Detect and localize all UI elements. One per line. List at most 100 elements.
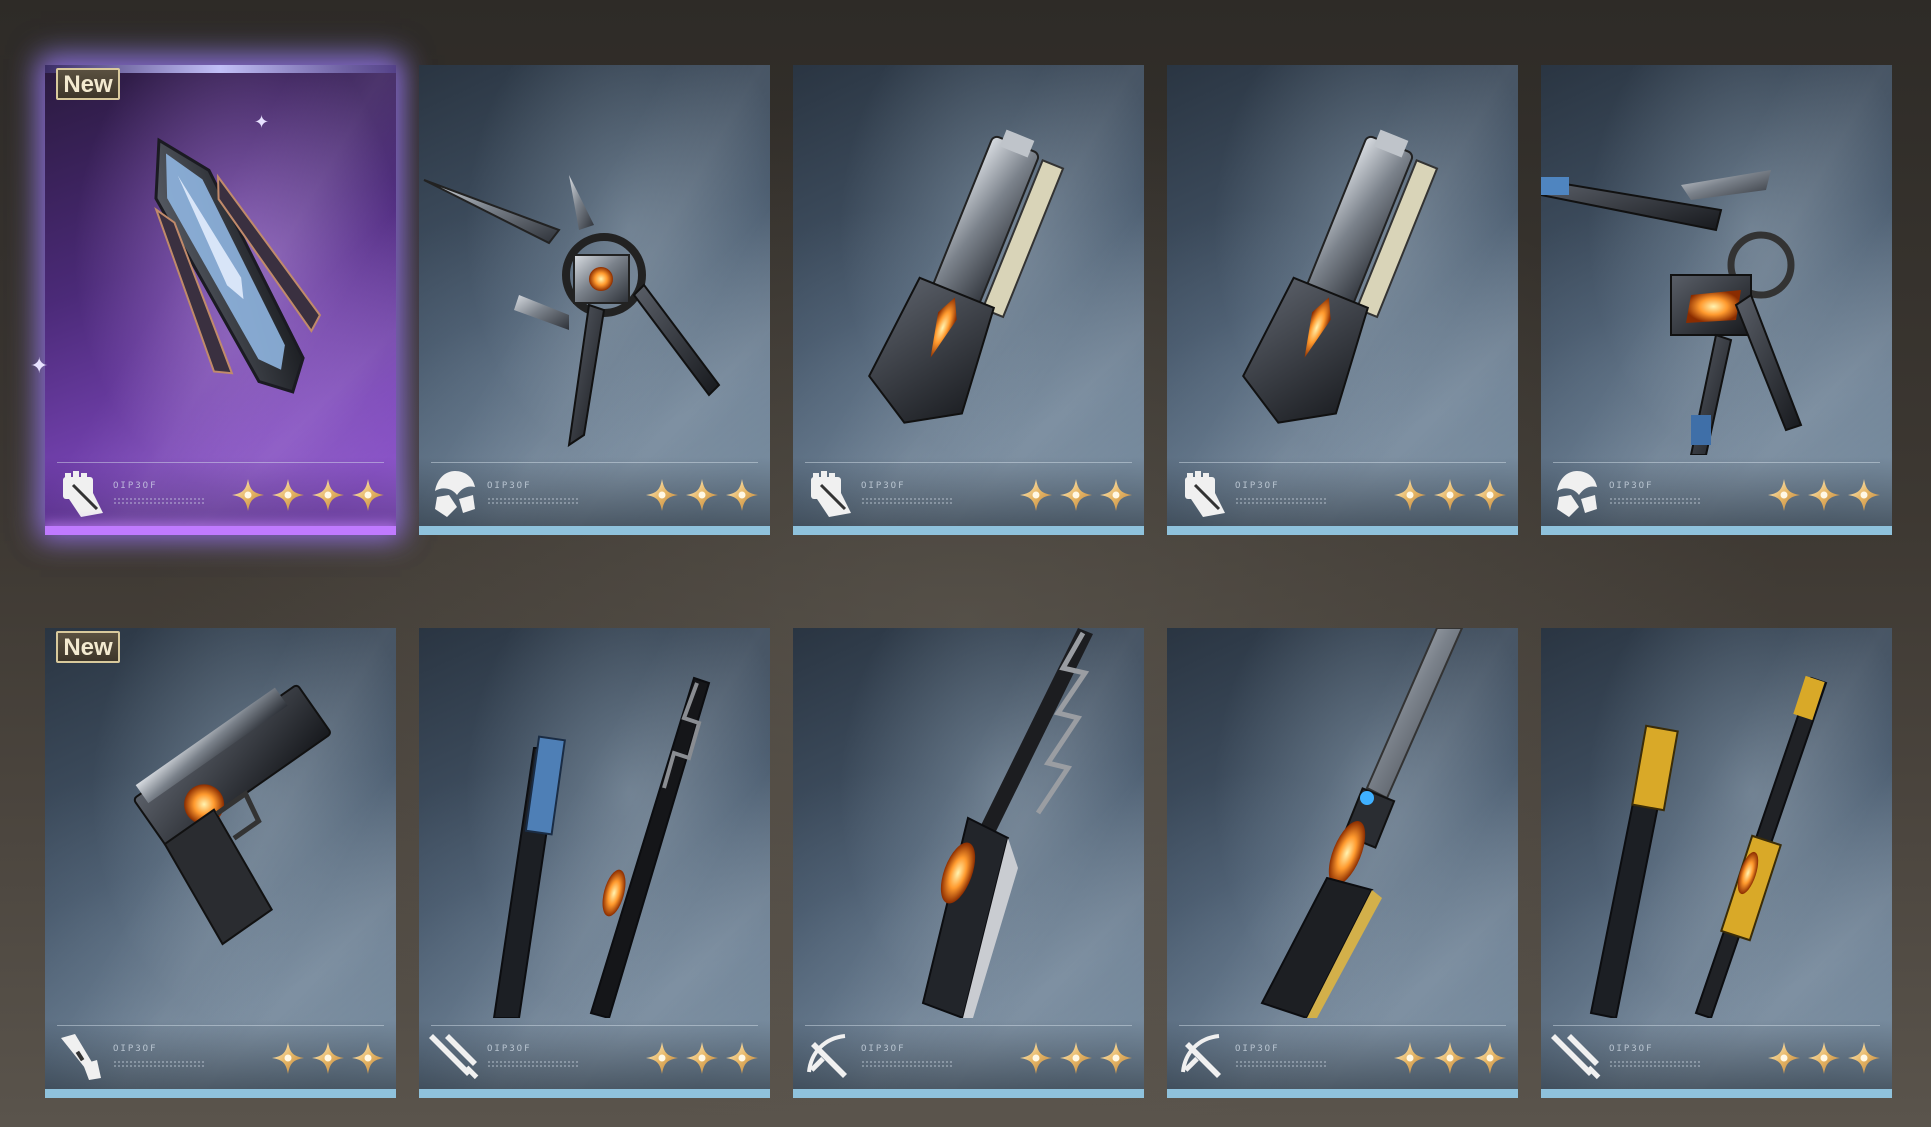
star-icon — [1434, 1042, 1466, 1074]
sparkle-icon: ✦ — [254, 112, 270, 133]
fist-icon — [63, 471, 103, 517]
weapon-card-dual-blades-blue[interactable]: OIP3OF — [419, 628, 770, 1098]
weapon-art-gauntlet-a — [868, 129, 1065, 424]
star-icon — [1100, 479, 1132, 511]
star-icon — [232, 479, 264, 511]
item-code: OIP3OF — [113, 1044, 158, 1054]
shield-icon — [435, 471, 475, 517]
card-divider — [1179, 1025, 1506, 1026]
code-dots — [861, 1060, 953, 1068]
rarity-stars — [644, 1040, 760, 1076]
star-icon — [1434, 479, 1466, 511]
rarity-stars — [1766, 1040, 1882, 1076]
code-dots — [113, 1060, 205, 1068]
item-code: OIP3OF — [861, 1044, 906, 1054]
item-code: OIP3OF — [1235, 481, 1280, 491]
rarity-bar — [419, 1089, 770, 1098]
new-badge: New — [56, 68, 120, 100]
item-code: OIP3OF — [861, 481, 906, 491]
weapon-card-serrated-greatsword[interactable]: OIP3OF — [793, 628, 1144, 1098]
sword-arc-icon — [807, 1034, 847, 1078]
star-icon — [1474, 1042, 1506, 1074]
card-divider — [1179, 462, 1506, 463]
star-icon — [1768, 1042, 1800, 1074]
card-divider — [805, 462, 1132, 463]
weapon-card-pistol[interactable]: OIP3OF — [45, 628, 396, 1098]
weapon-art-pistol — [133, 684, 331, 946]
weapon-art-dual-blades-blue — [492, 676, 711, 1018]
code-dots — [861, 497, 953, 505]
item-code: OIP3OF — [113, 481, 158, 491]
star-icon — [312, 479, 344, 511]
star-icon — [1474, 479, 1506, 511]
star-icon — [272, 479, 304, 511]
star-icon — [272, 1042, 304, 1074]
dual-swords-icon — [1551, 1034, 1601, 1080]
card-divider — [57, 462, 384, 463]
star-icon — [1060, 479, 1092, 511]
star-icon — [1100, 1042, 1132, 1074]
code-dots — [1609, 1060, 1701, 1068]
item-code: OIP3OF — [487, 481, 532, 491]
rarity-bar — [1541, 1089, 1892, 1098]
code-dots — [487, 497, 579, 505]
rarity-bar — [1167, 526, 1518, 535]
item-code: OIP3OF — [1609, 1044, 1654, 1054]
star-icon — [1848, 479, 1880, 511]
weapon-art-tripod-drone — [423, 175, 721, 448]
weapon-card-purple-drone-blades[interactable]: OIP3OF — [45, 65, 396, 535]
fist-icon — [811, 471, 851, 517]
new-badge: New — [56, 631, 120, 663]
weapon-art-long-cleaver — [1260, 628, 1464, 1018]
star-icon — [686, 1042, 718, 1074]
rarity-bar — [793, 526, 1144, 535]
code-dots — [1235, 1060, 1327, 1068]
star-icon — [312, 1042, 344, 1074]
star-icon — [1020, 1042, 1052, 1074]
card-divider — [57, 1025, 384, 1026]
weapon-art-gauntlet-b — [1242, 129, 1439, 424]
rarity-stars — [1766, 477, 1882, 513]
rarity-stars — [1018, 477, 1134, 513]
pistol-icon — [61, 1034, 101, 1080]
weapon-card-claw-drone[interactable]: OIP3OF — [1541, 65, 1892, 535]
star-icon — [1848, 1042, 1880, 1074]
weapon-art-purple-drone — [154, 137, 322, 394]
card-divider — [805, 1025, 1132, 1026]
fist-icon — [1185, 471, 1225, 517]
weapon-card-gauntlet-weapon-a[interactable]: OIP3OF — [793, 65, 1144, 535]
weapon-card-dual-blades-gold[interactable]: OIP3OF — [1541, 628, 1892, 1098]
star-icon — [1808, 479, 1840, 511]
star-icon — [726, 479, 758, 511]
weapon-card-long-cleaver-sword[interactable]: OIP3OF — [1167, 628, 1518, 1098]
sword-arc-icon — [1181, 1034, 1221, 1078]
rarity-bar — [419, 526, 770, 535]
sparkle-icon: ✦ — [30, 354, 49, 379]
star-icon — [1768, 479, 1800, 511]
code-dots — [1235, 497, 1327, 505]
rarity-bar — [45, 526, 396, 535]
rarity-stars — [644, 477, 760, 513]
card-divider — [1553, 462, 1880, 463]
shield-icon — [1557, 471, 1597, 517]
weapon-art-serrated-greatsword — [921, 628, 1093, 1018]
item-code: OIP3OF — [1609, 481, 1654, 491]
item-code: OIP3OF — [1235, 1044, 1280, 1054]
card-divider — [431, 1025, 758, 1026]
code-dots — [113, 497, 205, 505]
dual-swords-icon — [429, 1034, 479, 1080]
rarity-bar — [1541, 526, 1892, 535]
rarity-stars — [270, 1040, 386, 1076]
weapon-card-tripod-blade-drone[interactable]: OIP3OF — [419, 65, 770, 535]
item-code: OIP3OF — [487, 1044, 532, 1054]
rarity-stars — [1018, 1040, 1134, 1076]
star-icon — [352, 479, 384, 511]
weapon-card-gauntlet-weapon-b[interactable]: OIP3OF — [1167, 65, 1518, 535]
card-divider — [431, 462, 758, 463]
star-icon — [1020, 479, 1052, 511]
rarity-bar — [1167, 1089, 1518, 1098]
star-icon — [1060, 1042, 1092, 1074]
star-icon — [352, 1042, 384, 1074]
weapon-art-dual-blades-gold — [1589, 675, 1828, 1018]
code-dots — [487, 1060, 579, 1068]
